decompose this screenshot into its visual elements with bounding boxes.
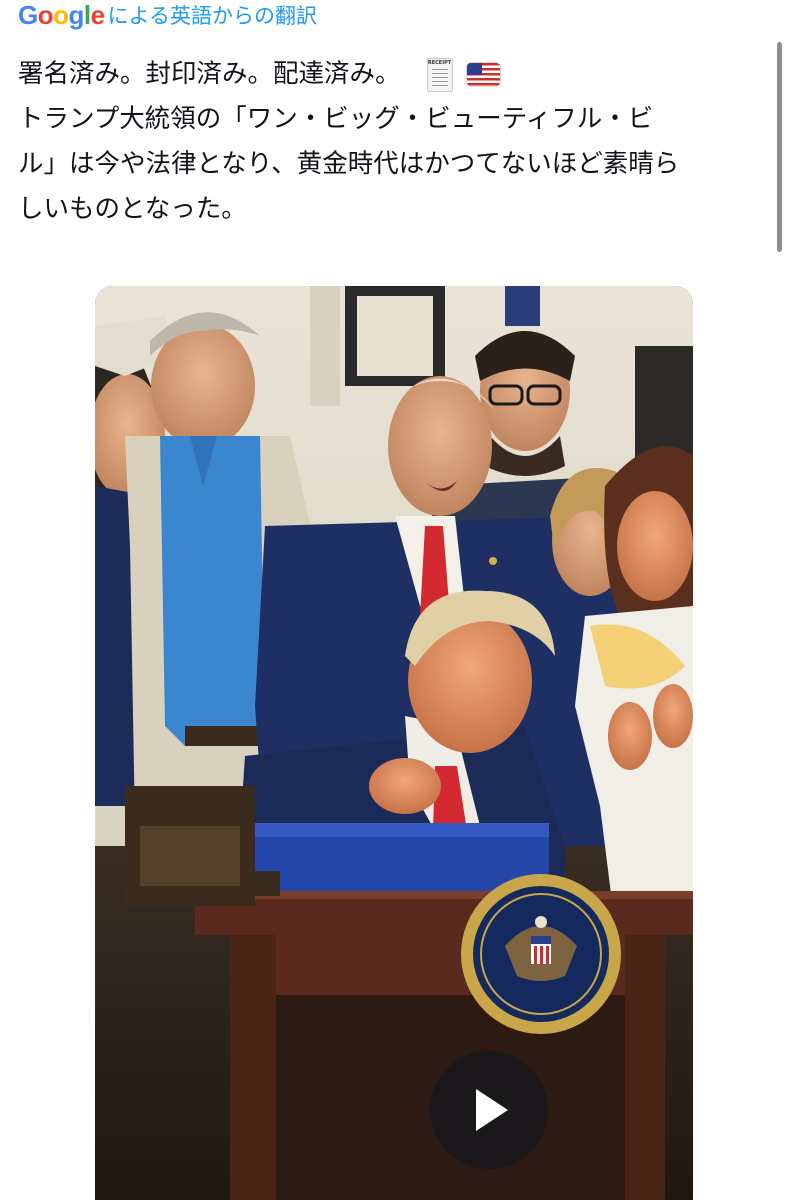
receipt-icon: RECEIPT <box>426 57 453 92</box>
scrollbar[interactable] <box>777 42 782 252</box>
google-translate-header[interactable]: Google による英語からの翻訳 <box>18 0 317 30</box>
translation-label[interactable]: による英語からの翻訳 <box>108 5 317 27</box>
us-flag-icon <box>466 63 500 86</box>
video-player[interactable] <box>95 286 693 1200</box>
tweet-line-3: ル」は今や法律となり、黄金時代はかつてないほど素晴ら <box>18 149 680 179</box>
google-logo-letter: e <box>90 0 105 30</box>
google-logo: Google <box>18 2 105 28</box>
tweet-translation-view: Google による英語からの翻訳 署名済み。封印済み。配達済み。 RECEIP… <box>0 0 787 1200</box>
tweet-line-4: しいものとなった。 <box>18 194 247 224</box>
google-logo-letter: o <box>53 0 69 30</box>
tweet-line-2: トランプ大統領の「ワン・ビッグ・ビューティフル・ビ <box>18 104 654 134</box>
tweet-headline: 署名済み。封印済み。配達済み。 <box>18 59 401 89</box>
video-thumbnail <box>95 286 693 1200</box>
play-icon <box>476 1089 508 1131</box>
google-logo-letter: g <box>68 0 85 30</box>
tweet-text: 署名済み。封印済み。配達済み。 RECEIPT トランプ大統領の「ワン・ビッグ・… <box>18 52 763 232</box>
play-button[interactable] <box>430 1051 548 1169</box>
google-logo-letter: G <box>18 0 38 30</box>
google-logo-letter: o <box>37 0 54 30</box>
google-logo-letter: l <box>83 0 91 30</box>
tweet-line-1: 署名済み。封印済み。配達済み。 RECEIPT <box>18 52 763 97</box>
